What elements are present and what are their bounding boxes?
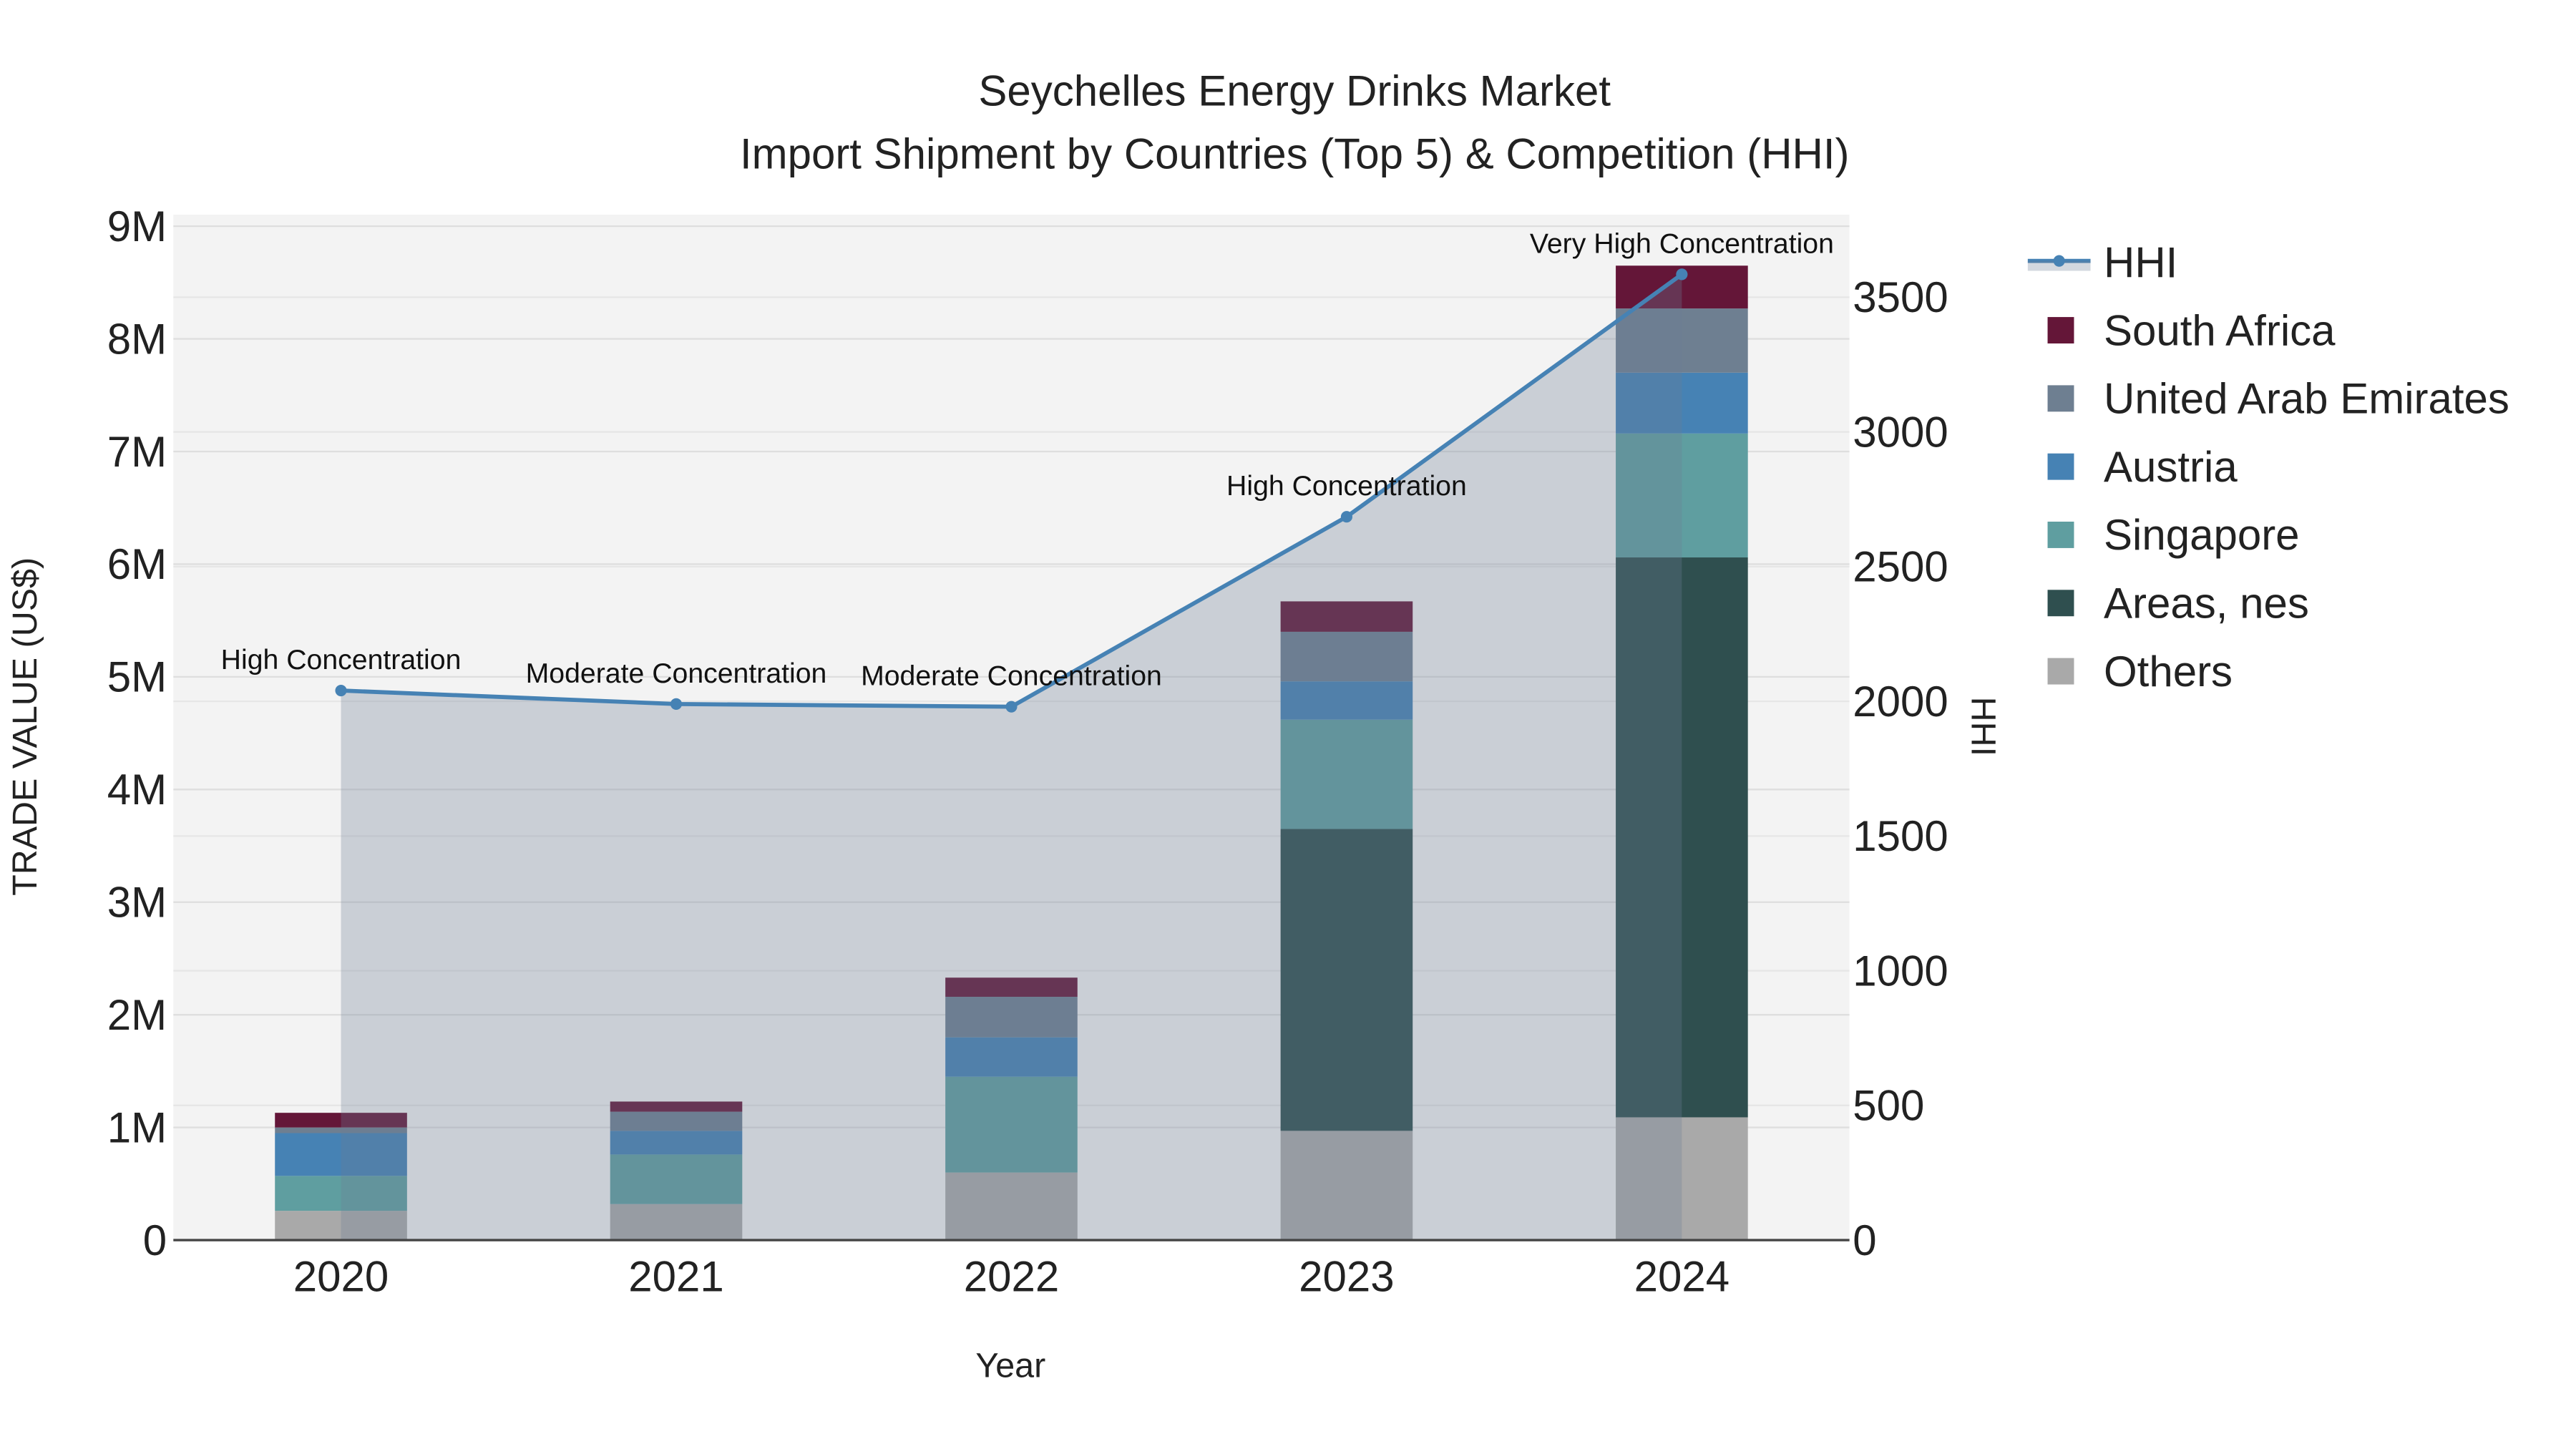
hhi-annotation: Moderate Concentration bbox=[526, 658, 827, 689]
y-tick-label: 7M bbox=[107, 428, 167, 476]
legend-hhi-marker-icon bbox=[2053, 255, 2065, 267]
legend-label: South Africa bbox=[2104, 306, 2336, 354]
legend-label: Austria bbox=[2104, 443, 2238, 491]
legend-label: United Arab Emirates bbox=[2104, 375, 2509, 423]
y-tick-label: 6M bbox=[107, 540, 167, 588]
hhi-point-2020 bbox=[335, 684, 347, 697]
x-tick-label: 2021 bbox=[628, 1253, 723, 1301]
hhi-annotation: High Concentration bbox=[1226, 470, 1467, 502]
y-tick-label: 2M bbox=[107, 991, 167, 1039]
y2-tick-label: 2000 bbox=[1853, 678, 1948, 726]
y2-tick-label: 3500 bbox=[1853, 273, 1948, 321]
y-tick-label: 5M bbox=[107, 653, 167, 701]
legend-swatch-icon bbox=[2047, 317, 2074, 343]
y2-tick-label: 1000 bbox=[1853, 947, 1948, 995]
x-axis-title: Year bbox=[975, 1347, 1045, 1385]
hhi-point-2021 bbox=[670, 698, 683, 710]
y-tick-label: 0 bbox=[143, 1216, 167, 1264]
y2-tick-label: 3000 bbox=[1853, 408, 1948, 456]
legend-swatch-icon bbox=[2047, 522, 2074, 548]
y-tick-label: 8M bbox=[107, 315, 167, 363]
y-tick-label: 3M bbox=[107, 879, 167, 927]
legend-label: Others bbox=[2104, 648, 2233, 696]
hhi-point-2022 bbox=[1005, 701, 1018, 713]
legend-swatch-icon bbox=[2047, 658, 2074, 685]
hhi-point-2024 bbox=[1676, 268, 1688, 280]
y-tick-label: 1M bbox=[107, 1103, 167, 1151]
chart: Seychelles Energy Drinks Market Import S… bbox=[6, 67, 2509, 1385]
hhi-annotation: Very High Concentration bbox=[1530, 228, 1834, 259]
legend-label: Areas, nes bbox=[2104, 580, 2309, 628]
chart-title: Seychelles Energy Drinks Market bbox=[978, 67, 1611, 115]
hhi-annotation: Moderate Concentration bbox=[861, 660, 1162, 692]
y-tick-label: 4M bbox=[107, 766, 167, 814]
legend-swatch-icon bbox=[2047, 453, 2074, 480]
y2-tick-label: 0 bbox=[1853, 1216, 1876, 1264]
legend-swatch-icon bbox=[2047, 590, 2074, 617]
legend-label-hhi: HHI bbox=[2104, 239, 2177, 287]
legend-label: Singapore bbox=[2104, 511, 2300, 559]
y2-tick-label: 500 bbox=[1853, 1082, 1924, 1130]
hhi-annotation: High Concentration bbox=[221, 644, 462, 675]
y-axis-title: TRADE VALUE (US$) bbox=[6, 557, 44, 896]
y-tick-label: 9M bbox=[107, 203, 167, 250]
legend-swatch-icon bbox=[2047, 385, 2074, 412]
y2-axis-title: HHI bbox=[1963, 697, 2002, 756]
hhi-point-2023 bbox=[1340, 511, 1352, 523]
x-tick-label: 2020 bbox=[293, 1253, 389, 1301]
legend: HHI South Africa United Arab Emirates Austr… bbox=[2027, 239, 2509, 696]
x-tick-label: 2024 bbox=[1634, 1253, 1729, 1301]
chart-subtitle: Import Shipment by Countries (Top 5) & C… bbox=[740, 130, 1850, 177]
x-tick-label: 2022 bbox=[964, 1253, 1059, 1301]
y2-tick-label: 2500 bbox=[1853, 543, 1948, 591]
y2-tick-label: 1500 bbox=[1853, 812, 1948, 860]
x-tick-label: 2023 bbox=[1299, 1253, 1394, 1301]
